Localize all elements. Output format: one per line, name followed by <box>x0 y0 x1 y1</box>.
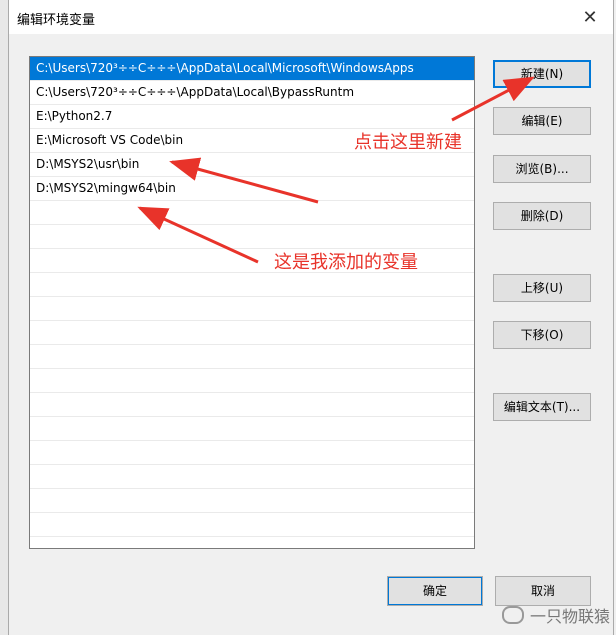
watermark: 一只物联猿 <box>501 603 610 627</box>
annotation-arrows <box>137 76 535 264</box>
wechat-icon <box>501 606 524 624</box>
annotation-click-new: 点击这里新建 <box>354 132 462 153</box>
annotation-added-vars: 这是我添加的变量 <box>274 252 418 273</box>
arrow-to-mingw64 <box>137 206 259 264</box>
watermark-text: 一只物联猿 <box>529 607 610 626</box>
arrow-to-new <box>451 76 535 122</box>
arrow-to-usr-bin <box>169 157 319 204</box>
